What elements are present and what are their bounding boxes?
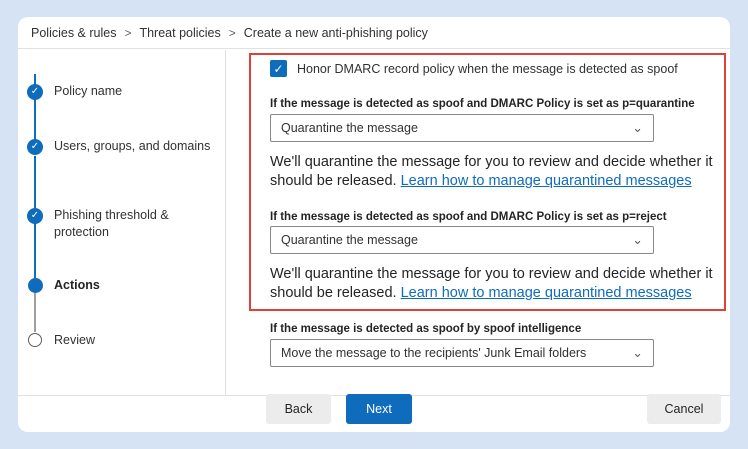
chevron-down-icon: ⌄: [632, 345, 643, 360]
step-connector: [34, 222, 36, 278]
reject-policy-label: If the message is detected as spoof and …: [270, 211, 667, 223]
breadcrumb-item-threat-policies[interactable]: Threat policies: [139, 26, 220, 40]
step-actions: Actions: [54, 278, 100, 292]
reject-policy-dropdown[interactable]: Quarantine the message ⌄: [270, 226, 654, 254]
dropdown-selected-value: Quarantine the message: [281, 233, 418, 247]
step-complete-check-icon: ✓: [27, 208, 43, 224]
learn-quarantine-link[interactable]: Learn how to manage quarantined messages: [401, 173, 692, 189]
back-button[interactable]: Back: [266, 394, 331, 424]
reject-description: We'll quarantine the message for you to …: [270, 265, 726, 303]
dropdown-selected-value: Move the message to the recipients' Junk…: [281, 346, 587, 360]
step-connector: [34, 156, 36, 208]
check-icon: ✓: [273, 61, 284, 76]
step-phishing-threshold[interactable]: Phishing threshold & protection: [54, 207, 214, 241]
step-users-groups-domains[interactable]: Users, groups, and domains: [54, 138, 214, 155]
actions-form: ✓ Honor DMARC record policy when the mes…: [248, 50, 730, 395]
step-connector: [34, 292, 36, 332]
honor-dmarc-label: Honor DMARC record policy when the messa…: [297, 61, 678, 76]
quarantine-description: We'll quarantine the message for you to …: [270, 153, 726, 191]
spoof-intelligence-dropdown[interactable]: Move the message to the recipients' Junk…: [270, 339, 654, 367]
spoof-intelligence-label: If the message is detected as spoof by s…: [270, 323, 582, 335]
dropdown-selected-value: Quarantine the message: [281, 121, 418, 135]
quarantine-policy-dropdown[interactable]: Quarantine the message ⌄: [270, 114, 654, 142]
step-complete-check-icon: ✓: [27, 139, 43, 155]
honor-dmarc-row[interactable]: ✓ Honor DMARC record policy when the mes…: [270, 60, 678, 77]
chevron-down-icon: ⌄: [632, 232, 643, 247]
breadcrumb: Policies & rules > Threat policies > Cre…: [18, 17, 730, 49]
breadcrumb-item-current: Create a new anti-phishing policy: [243, 25, 428, 40]
chevron-right-icon: >: [228, 25, 236, 40]
wizard-panel: Policies & rules > Threat policies > Cre…: [18, 17, 730, 432]
honor-dmarc-checkbox[interactable]: ✓: [270, 60, 287, 77]
step-review: Review: [54, 333, 95, 347]
quarantine-policy-label: If the message is detected as spoof and …: [270, 98, 695, 110]
next-button[interactable]: Next: [346, 394, 412, 424]
learn-quarantine-link[interactable]: Learn how to manage quarantined messages: [401, 285, 692, 301]
step-pending-circle-icon: [28, 333, 42, 347]
breadcrumb-item-policies-rules[interactable]: Policies & rules: [31, 26, 116, 40]
chevron-right-icon: >: [124, 25, 132, 40]
chevron-down-icon: ⌄: [632, 120, 643, 135]
step-policy-name[interactable]: Policy name: [54, 83, 214, 100]
step-current-dot-icon: [28, 278, 43, 293]
wizard-steps: ✓ Policy name ✓ Users, groups, and domai…: [18, 50, 226, 395]
cancel-button[interactable]: Cancel: [647, 394, 721, 424]
step-complete-check-icon: ✓: [27, 84, 43, 100]
